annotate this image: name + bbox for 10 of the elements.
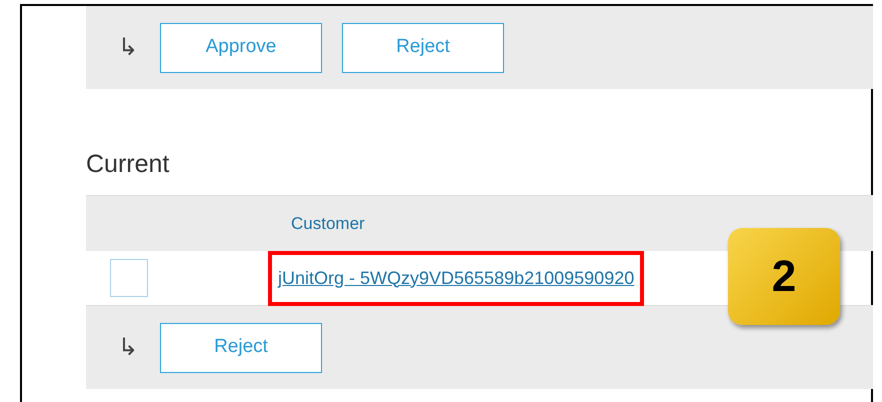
step-badge: 2 [728, 228, 840, 325]
section-title: Current [86, 149, 170, 179]
column-header[interactable]: Customer [291, 210, 365, 236]
customer-link[interactable]: jUnitOrg - 5WQzy9VD565589b21009590920 [268, 250, 644, 306]
return-arrow-icon: ↳ [118, 330, 140, 366]
action-button[interactable]: Approve [160, 22, 322, 72]
row-checkbox[interactable] [110, 259, 148, 297]
action-button[interactable]: Reject [342, 22, 504, 72]
return-arrow-icon: ↳ [118, 30, 140, 66]
action-button[interactable]: Reject [160, 322, 322, 372]
